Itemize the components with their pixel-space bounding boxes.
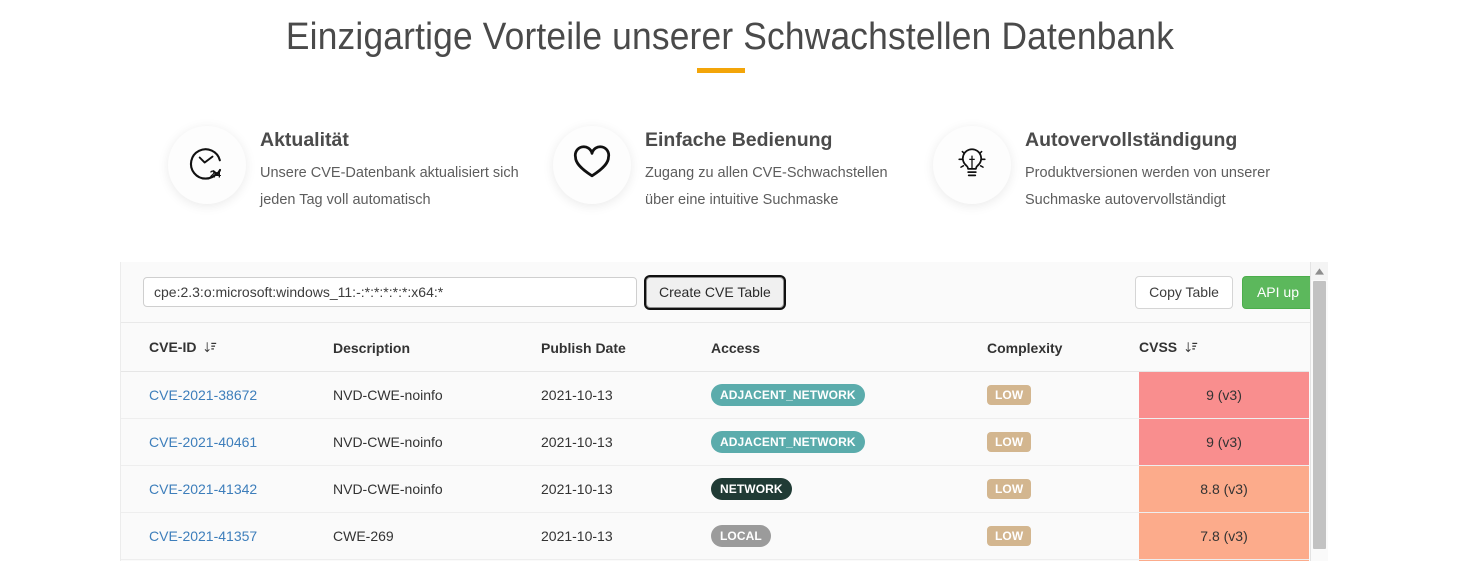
feature-text-line-2: über eine intuitive Suchmaske xyxy=(645,192,839,209)
column-label: CVSS xyxy=(1139,339,1178,355)
cell-description: NVD-CWE-noinfo xyxy=(333,418,541,466)
feature-icon-circle: 24 xyxy=(168,126,246,204)
feature-title: Autovervollständigung xyxy=(1025,129,1238,151)
scrollbar-thumb[interactable] xyxy=(1313,281,1326,549)
feature-item-einfache-bedienung: Einfache Bedienung Zugang zu allen CVE-S… xyxy=(553,124,933,214)
cell-access: NETWORK xyxy=(711,465,987,513)
access-badge: LOCAL xyxy=(711,525,771,547)
complexity-badge: LOW xyxy=(987,526,1032,546)
vertical-scrollbar[interactable] xyxy=(1310,262,1328,561)
feature-text-line-1: Unsere CVE-Datenbank aktualisiert sich xyxy=(260,165,519,182)
copy-table-button[interactable]: Copy Table xyxy=(1135,275,1233,309)
cell-complexity: LOW xyxy=(987,512,1139,560)
feature-title: Einfache Bedienung xyxy=(645,129,833,151)
cell-publish-date: 2021-10-13 xyxy=(541,465,711,513)
column-header-publish-date[interactable]: Publish Date xyxy=(541,323,711,372)
cve-id-link[interactable]: CVE-2021-41342 xyxy=(149,481,257,497)
cell-publish-date: 2021-10-13 xyxy=(541,371,711,419)
column-label: CVE-ID xyxy=(149,339,197,355)
table-header-row: CVE-ID Description Publish Date Access C… xyxy=(121,323,1309,372)
feature-title: Aktualität xyxy=(260,129,349,151)
cell-cvss: 9 (v3) xyxy=(1139,371,1309,419)
complexity-badge: LOW xyxy=(987,479,1032,499)
cve-table: CVE-ID Description Publish Date Access C… xyxy=(121,323,1309,561)
page-title: Einzigartige Vorteile unserer Schwachste… xyxy=(285,16,1175,58)
column-header-access[interactable]: Access xyxy=(711,323,987,372)
cpe-search-input[interactable] xyxy=(143,277,637,307)
heart-icon xyxy=(570,141,614,190)
svg-text:24: 24 xyxy=(210,169,222,180)
cve-table-panel: Create CVE Table Copy Table API up CVE-I… xyxy=(120,262,1328,561)
complexity-badge: LOW xyxy=(987,385,1032,405)
access-badge: ADJACENT_NETWORK xyxy=(711,384,865,406)
cell-cvss: 9 (v3) xyxy=(1139,418,1309,466)
table-row: CVE-2021-41357 CWE-269 2021-10-13 LOCAL LOW 7… xyxy=(121,512,1309,560)
cell-cvss: 7.8 (v3) xyxy=(1139,512,1309,560)
complexity-badge: LOW xyxy=(987,432,1032,452)
cell-cvss: 8.8 (v3) xyxy=(1139,465,1309,513)
sort-descending-icon[interactable] xyxy=(1185,341,1198,357)
table-scroll-region: CVE-ID Description Publish Date Access C… xyxy=(121,322,1328,561)
create-cve-table-button[interactable]: Create CVE Table xyxy=(646,276,784,308)
title-underline-accent xyxy=(697,68,745,73)
lightbulb-icon xyxy=(950,141,994,190)
cve-id-link[interactable]: CVE-2021-38672 xyxy=(149,387,257,403)
table-row: CVE-2021-40461 NVD-CWE-noinfo 2021-10-13 AD… xyxy=(121,418,1309,466)
column-header-complexity[interactable]: Complexity xyxy=(987,323,1139,372)
column-header-description[interactable]: Description xyxy=(333,323,541,372)
table-row: CVE-2021-38672 NVD-CWE-noinfo 2021-10-13 AD… xyxy=(121,371,1309,419)
cell-description: NVD-CWE-noinfo xyxy=(333,371,541,419)
cve-table-head: CVE-ID Description Publish Date Access C… xyxy=(121,323,1309,372)
cell-publish-date: 2021-10-13 xyxy=(541,512,711,560)
cell-description: NVD-CWE-noinfo xyxy=(333,465,541,513)
feature-text-line-1: Produktversionen werden von unserer xyxy=(1025,165,1271,182)
cell-access: ADJACENT_NETWORK xyxy=(711,418,987,466)
cell-access: LOCAL xyxy=(711,512,987,560)
feature-list: 24 Aktualität Unsere CVE-Datenbank aktua… xyxy=(0,124,1460,214)
feature-text-line-2: Suchmaske autovervollständigt xyxy=(1025,192,1226,209)
scrollbar-up-arrow-icon[interactable] xyxy=(1311,262,1328,280)
feature-icon-circle xyxy=(553,126,631,204)
feature-text-line-1: Zugang zu allen CVE-Schwachstellen xyxy=(645,165,888,182)
feature-item-autovervollstaendigung: Autovervollständigung Produktversionen w… xyxy=(933,124,1313,214)
feature-text-line-2: jeden Tag voll automatisch xyxy=(260,192,431,209)
cve-id-link[interactable]: CVE-2021-41357 xyxy=(149,528,257,544)
table-row: CVE-2021-41342 NVD-CWE-noinfo 2021-10-13 NE… xyxy=(121,465,1309,513)
feature-icon-circle xyxy=(933,126,1011,204)
cell-publish-date: 2021-10-13 xyxy=(541,418,711,466)
cve-id-link[interactable]: CVE-2021-40461 xyxy=(149,434,257,450)
cell-cve-id: CVE-2021-38672 xyxy=(121,371,333,419)
clock-24-icon: 24 xyxy=(185,141,229,190)
api-status-button[interactable]: API up xyxy=(1241,275,1314,309)
column-header-cvss[interactable]: CVSS xyxy=(1139,323,1309,372)
cve-table-body: CVE-2021-38672 NVD-CWE-noinfo 2021-10-13 AD… xyxy=(121,371,1309,561)
cell-complexity: LOW xyxy=(987,465,1139,513)
cell-description: CWE-269 xyxy=(333,512,541,560)
table-toolbar: Create CVE Table Copy Table API up xyxy=(121,262,1328,322)
cell-complexity: LOW xyxy=(987,371,1139,419)
column-header-cve-id[interactable]: CVE-ID xyxy=(121,323,333,372)
sort-descending-icon[interactable] xyxy=(204,341,217,357)
cell-cve-id: CVE-2021-41342 xyxy=(121,465,333,513)
cell-complexity: LOW xyxy=(987,418,1139,466)
access-badge: ADJACENT_NETWORK xyxy=(711,431,865,453)
page-root: Einzigartige Vorteile unserer Schwachste… xyxy=(0,0,1460,561)
feature-item-aktualitaet: 24 Aktualität Unsere CVE-Datenbank aktua… xyxy=(168,124,553,214)
cell-cve-id: CVE-2021-41357 xyxy=(121,512,333,560)
access-badge: NETWORK xyxy=(711,478,792,500)
cell-access: ADJACENT_NETWORK xyxy=(711,371,987,419)
cell-cve-id: CVE-2021-40461 xyxy=(121,418,333,466)
